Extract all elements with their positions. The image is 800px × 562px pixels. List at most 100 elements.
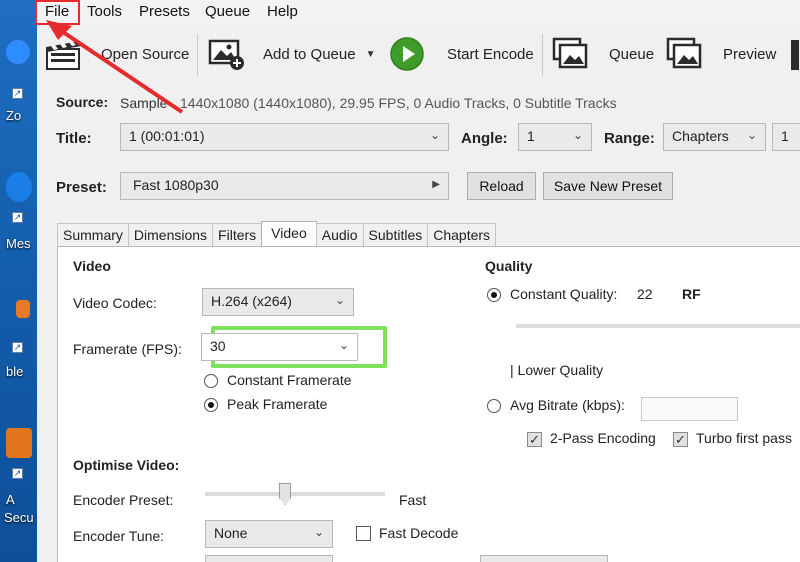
add-to-queue-button[interactable]: Add to Queue ▼	[207, 32, 375, 76]
toolbar-separator	[542, 34, 543, 76]
constant-quality-value: 22	[637, 286, 653, 302]
zoom-desktop-shortcut[interactable]: ↗	[2, 40, 35, 99]
chevron-down-icon: ⌄	[313, 525, 324, 539]
activity-log-icon[interactable]	[791, 40, 799, 70]
fast-decode-label: Fast Decode	[379, 525, 459, 541]
tab-video[interactable]: Video	[261, 221, 317, 247]
chevron-down-icon: ⌄	[338, 338, 349, 352]
add-to-queue-icon	[208, 39, 244, 70]
desktop-background: ↗ Zo ↗ Mes ↗ ble ↗ A Secu	[0, 0, 37, 562]
tab-dimensions[interactable]: Dimensions	[127, 223, 214, 247]
angle-dropdown[interactable]: 1 ⌄	[518, 123, 592, 151]
queue-label: Queue	[609, 45, 655, 63]
quality-heading: Quality	[485, 258, 533, 274]
dropdown-arrow-icon[interactable]: ▼	[366, 49, 376, 60]
encoder-preset-value: Fast	[399, 492, 427, 508]
fast-decode-checkbox[interactable]	[356, 526, 371, 541]
lower-quality-label: | Lower Quality	[510, 362, 604, 378]
video-heading: Video	[73, 258, 111, 274]
queue-button[interactable]: Queue	[551, 32, 654, 76]
preset-selector[interactable]: Fast 1080p30 ▶	[120, 172, 449, 200]
desktop-label-secu: Secu	[4, 510, 34, 525]
title-value: 1 (00:01:01)	[129, 128, 205, 144]
angle-value: 1	[527, 128, 535, 144]
encoder-preset-slider[interactable]	[205, 492, 385, 496]
reload-button[interactable]: Reload	[467, 172, 536, 200]
chevron-down-icon: ⌄	[572, 128, 583, 142]
app-desktop-shortcut[interactable]: ↗	[2, 300, 35, 353]
settings-tabs: Summary Dimensions Filters Video Audio S…	[57, 221, 497, 247]
range-start-dropdown[interactable]: 1	[772, 123, 800, 151]
title-label: Title:	[56, 130, 92, 147]
preview-icon	[666, 37, 702, 69]
range-start-value: 1	[781, 128, 789, 144]
video-settings-panel: Video Video Codec: H.264 (x264) ⌄ Framer…	[57, 246, 800, 562]
save-new-preset-button[interactable]: Save New Preset	[543, 172, 673, 200]
peak-framerate-label: Peak Framerate	[227, 396, 328, 412]
turbo-first-pass-label: Turbo first pass	[696, 430, 792, 446]
zoom-icon	[6, 40, 30, 64]
tab-subtitles[interactable]: Subtitles	[362, 223, 429, 247]
tab-summary[interactable]: Summary	[57, 223, 129, 247]
avg-bitrate-input[interactable]	[641, 397, 738, 421]
add-to-queue-label: Add to Queue	[263, 45, 356, 63]
framerate-dropdown[interactable]: 30 ⌄	[201, 333, 358, 361]
desktop-label-ble: ble	[6, 364, 24, 379]
constant-quality-unit: RF	[682, 286, 701, 302]
start-encode-button[interactable]: Start Encode	[389, 32, 534, 76]
avg-bitrate-label: Avg Bitrate (kbps):	[510, 397, 625, 413]
app-icon	[16, 300, 30, 318]
security-desktop-shortcut[interactable]: ↗	[2, 428, 35, 479]
chevron-down-icon: ⌄	[429, 128, 440, 142]
range-value: Chapters	[672, 128, 729, 144]
optimise-video-heading: Optimise Video:	[73, 457, 180, 473]
preview-button[interactable]: Preview	[665, 32, 776, 76]
start-encode-label: Start Encode	[447, 45, 534, 63]
peak-framerate-radio[interactable]	[204, 398, 218, 412]
menu-help[interactable]: Help	[267, 3, 298, 20]
video-codec-value: H.264 (x264)	[211, 293, 292, 309]
source-details: 1440x1080 (1440x1080), 29.95 FPS, 0 Audi…	[180, 95, 617, 111]
turbo-first-pass-checkbox[interactable]: ✓	[673, 432, 688, 447]
messenger-desktop-shortcut[interactable]: ↗	[2, 172, 35, 223]
desktop-label-messenger: Mes	[6, 236, 31, 251]
app-icon	[23, 3, 35, 17]
security-icon	[6, 428, 32, 458]
messenger-icon	[6, 172, 32, 202]
constant-quality-radio[interactable]	[487, 288, 501, 302]
angle-label: Angle:	[461, 130, 508, 147]
preset-value: Fast 1080p30	[133, 177, 219, 193]
preset-label: Preset:	[56, 179, 107, 196]
tab-chapters[interactable]: Chapters	[427, 223, 497, 247]
avg-bitrate-radio[interactable]	[487, 399, 501, 413]
level-dropdown[interactable]	[480, 555, 608, 562]
desktop-label-zoom: Zo	[6, 108, 22, 123]
constant-framerate-radio[interactable]	[204, 374, 218, 388]
chevron-right-icon: ▶	[432, 179, 440, 190]
red-arrow-icon	[46, 20, 184, 114]
range-label: Range:	[604, 130, 655, 147]
profile-dropdown[interactable]	[205, 555, 333, 562]
encoder-preset-slider-thumb[interactable]	[279, 483, 291, 505]
quality-slider[interactable]	[516, 324, 800, 328]
constant-quality-label: Constant Quality:	[510, 286, 618, 302]
queue-icon	[552, 37, 588, 69]
tab-audio[interactable]: Audio	[315, 223, 364, 247]
video-codec-dropdown[interactable]: H.264 (x264) ⌄	[202, 288, 354, 316]
preview-label: Preview	[723, 45, 777, 63]
desktop-label-a: A	[6, 492, 15, 507]
chevron-down-icon: ⌄	[334, 293, 345, 307]
video-codec-label: Video Codec:	[73, 295, 157, 311]
encoder-tune-label: Encoder Tune:	[73, 528, 165, 544]
two-pass-label: 2-Pass Encoding	[550, 430, 656, 446]
menu-queue[interactable]: Queue	[205, 3, 250, 20]
two-pass-checkbox[interactable]: ✓	[527, 432, 542, 447]
shortcut-arrow-icon: ↗	[12, 468, 23, 479]
encoder-tune-value: None	[214, 525, 248, 541]
shortcut-arrow-icon: ↗	[12, 88, 23, 99]
encoder-tune-dropdown[interactable]: None ⌄	[205, 520, 333, 548]
play-icon	[390, 37, 424, 71]
tab-filters[interactable]: Filters	[212, 223, 263, 247]
range-dropdown[interactable]: Chapters ⌄	[663, 123, 766, 151]
title-dropdown[interactable]: 1 (00:01:01) ⌄	[120, 123, 449, 151]
